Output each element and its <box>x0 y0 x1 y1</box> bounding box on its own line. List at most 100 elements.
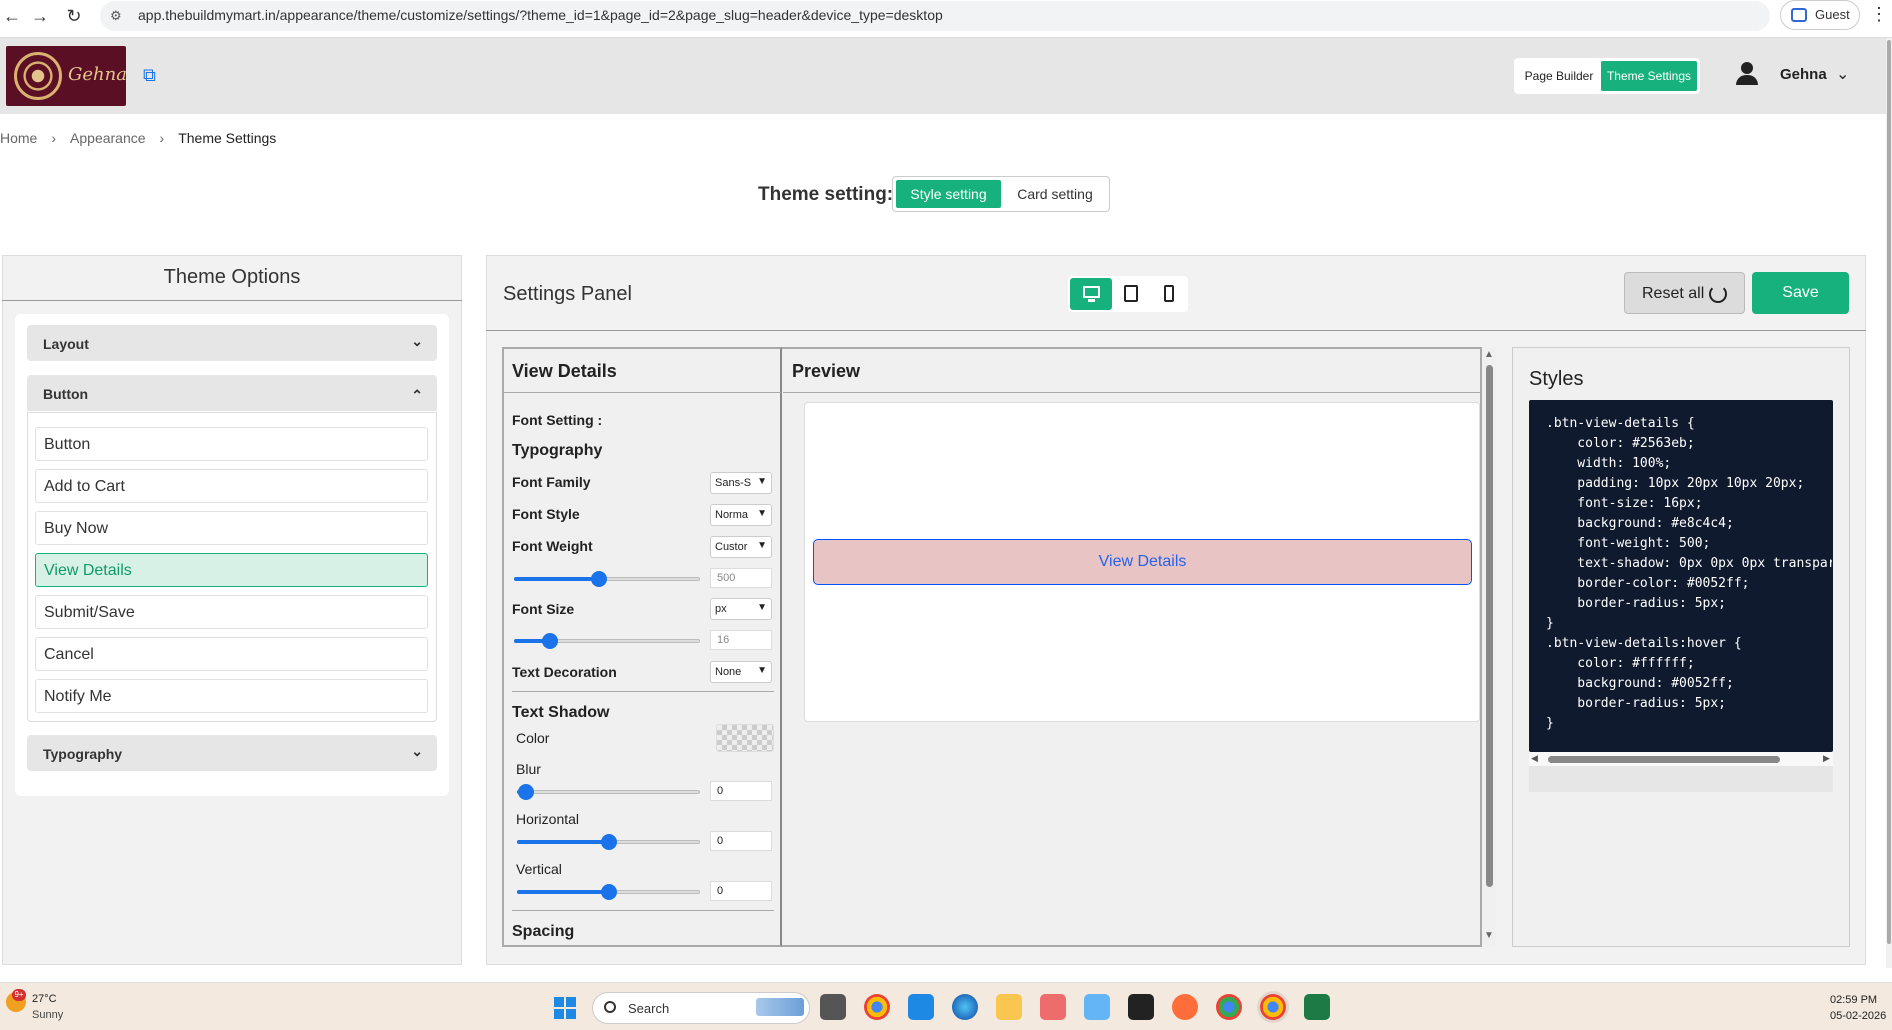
shadow-color-picker[interactable] <box>716 724 774 752</box>
button-item-add-to-cart[interactable]: Add to Cart <box>35 469 428 503</box>
weather-badge: 9+ <box>12 989 26 1001</box>
scrollbar-thumb[interactable] <box>1548 756 1780 763</box>
weather-condition: Sunny <box>32 1009 64 1021</box>
browser-menu-icon[interactable]: ⋮ <box>1870 4 1888 25</box>
styles-title: Styles <box>1529 368 1584 390</box>
mobile-view-button[interactable] <box>1152 278 1186 310</box>
reload-icon[interactable]: ↻ <box>62 4 86 28</box>
notepad-icon[interactable] <box>1084 994 1110 1020</box>
reset-icon <box>1709 285 1727 303</box>
font-weight-select[interactable]: Custor ▼ <box>710 536 772 558</box>
divider <box>512 910 774 911</box>
clock-time[interactable]: 02:59 PM <box>1830 994 1877 1006</box>
view-details-title: View Details <box>512 361 617 381</box>
windows-start-icon[interactable] <box>554 997 576 1019</box>
font-weight-slider[interactable] <box>514 571 700 587</box>
accordion-label: Layout <box>43 336 89 352</box>
font-style-select[interactable]: Norma ▼ <box>710 504 772 526</box>
weather-temperature: 27°C <box>32 993 57 1005</box>
scroll-left-icon[interactable]: ◀ <box>1531 753 1538 764</box>
scroll-down-icon[interactable]: ▼ <box>1484 930 1494 941</box>
cursor-app-icon[interactable] <box>1128 994 1154 1020</box>
font-size-input[interactable]: 16 <box>710 630 772 650</box>
horizontal-slider[interactable] <box>517 834 700 850</box>
scroll-right-icon[interactable]: ▶ <box>1823 753 1830 764</box>
user-icon[interactable] <box>1736 62 1758 86</box>
scroll-up-icon[interactable]: ▲ <box>1484 349 1494 360</box>
chevron-right-icon: › <box>159 130 165 146</box>
clock-date[interactable]: 05-02-2026 <box>1830 1010 1886 1022</box>
button-item-buy-now[interactable]: Buy Now <box>35 511 428 545</box>
font-weight-input[interactable]: 500 <box>710 568 772 588</box>
code-footer <box>1529 766 1833 792</box>
user-name[interactable]: Gehna <box>1780 66 1827 83</box>
accordion-layout[interactable]: Layout ⌄ <box>27 325 437 361</box>
breadcrumb-home[interactable]: Home <box>0 130 37 146</box>
forward-arrow-icon[interactable]: → <box>28 4 52 28</box>
profile-button[interactable]: Guest <box>1780 0 1860 30</box>
accordion-typography[interactable]: Typography ⌄ <box>27 735 437 771</box>
divider <box>486 330 1866 331</box>
back-arrow-icon[interactable]: ← <box>0 4 24 28</box>
save-button[interactable]: Save <box>1752 272 1849 314</box>
button-item-button[interactable]: Button <box>35 427 428 461</box>
shadow-color-label: Color <box>516 730 550 746</box>
reset-all-button[interactable]: Reset all <box>1624 272 1745 314</box>
button-item-submit-save[interactable]: Submit/Save <box>35 595 428 629</box>
chrome-profile-icon[interactable] <box>1216 994 1242 1020</box>
font-family-select[interactable]: Sans-S ▼ <box>710 472 772 494</box>
text-decoration-select[interactable]: None ▼ <box>710 661 772 683</box>
spacing-heading: Spacing <box>512 923 575 940</box>
site-info-icon[interactable]: ⚙ <box>110 8 122 24</box>
mobile-icon <box>1164 285 1174 302</box>
blur-slider[interactable] <box>517 784 700 800</box>
horizontal-input[interactable]: 0 <box>710 831 772 851</box>
tab-card-setting[interactable]: Card setting <box>1003 180 1107 208</box>
vertical-input[interactable]: 0 <box>710 881 772 901</box>
font-size-unit-select[interactable]: px ▼ <box>710 598 772 620</box>
chevron-down-icon[interactable]: ⌄ <box>1836 64 1849 84</box>
tab-style-setting[interactable]: Style setting <box>896 180 1001 208</box>
chrome-active-icon[interactable] <box>1260 994 1286 1020</box>
button-item-cancel[interactable]: Cancel <box>35 637 428 671</box>
file-explorer-icon[interactable] <box>996 994 1022 1020</box>
page-builder-button[interactable]: Page Builder <box>1520 61 1598 91</box>
divider <box>2 300 462 301</box>
accordion-button[interactable]: Button ⌃ <box>27 375 437 411</box>
scrollbar-thumb[interactable] <box>1486 365 1493 887</box>
task-view-icon[interactable] <box>820 994 846 1020</box>
brand-logo[interactable]: Gehna <box>6 46 127 106</box>
settings-panel-title: Settings Panel <box>503 283 632 305</box>
divider <box>503 392 781 393</box>
preview-view-details-button[interactable]: View Details <box>813 539 1472 585</box>
reset-label: Reset all <box>1642 285 1705 302</box>
desktop-icon <box>1083 286 1100 298</box>
page-scrollbar-thumb[interactable] <box>1887 40 1891 944</box>
taskbar-search-placeholder: Search <box>628 1001 670 1016</box>
chrome-icon[interactable] <box>864 994 890 1020</box>
font-size-slider[interactable] <box>514 633 700 649</box>
snipping-tool-icon[interactable] <box>1040 994 1066 1020</box>
vertical-slider[interactable] <box>517 884 700 900</box>
blur-input[interactable]: 0 <box>710 781 772 801</box>
desktop-view-button[interactable] <box>1070 278 1112 310</box>
external-link-icon[interactable]: ⧉ <box>143 65 163 85</box>
theme-settings-button[interactable]: Theme Settings <box>1601 61 1697 91</box>
excel-icon[interactable] <box>1304 994 1330 1020</box>
url-text[interactable]: app.thebuildmymart.in/appearance/theme/c… <box>138 7 943 23</box>
chevron-down-icon: ⌄ <box>411 743 423 759</box>
tablet-view-button[interactable] <box>1114 278 1150 310</box>
breadcrumb-appearance[interactable]: Appearance <box>70 130 146 146</box>
vscode-icon[interactable] <box>908 994 934 1020</box>
accordion-label: Typography <box>43 746 123 762</box>
postman-icon[interactable] <box>1172 994 1198 1020</box>
edge-icon[interactable] <box>952 994 978 1020</box>
search-highlight-icon <box>756 998 804 1016</box>
chevron-up-icon: ⌃ <box>411 387 423 403</box>
button-item-notify-me[interactable]: Notify Me <box>35 679 428 713</box>
font-weight-label: Font Weight <box>512 538 593 554</box>
button-item-view-details[interactable]: View Details <box>35 553 428 587</box>
text-shadow-heading: Text Shadow <box>512 704 610 721</box>
chevron-down-icon: ⌄ <box>411 333 423 349</box>
text-decoration-label: Text Decoration <box>512 664 617 680</box>
